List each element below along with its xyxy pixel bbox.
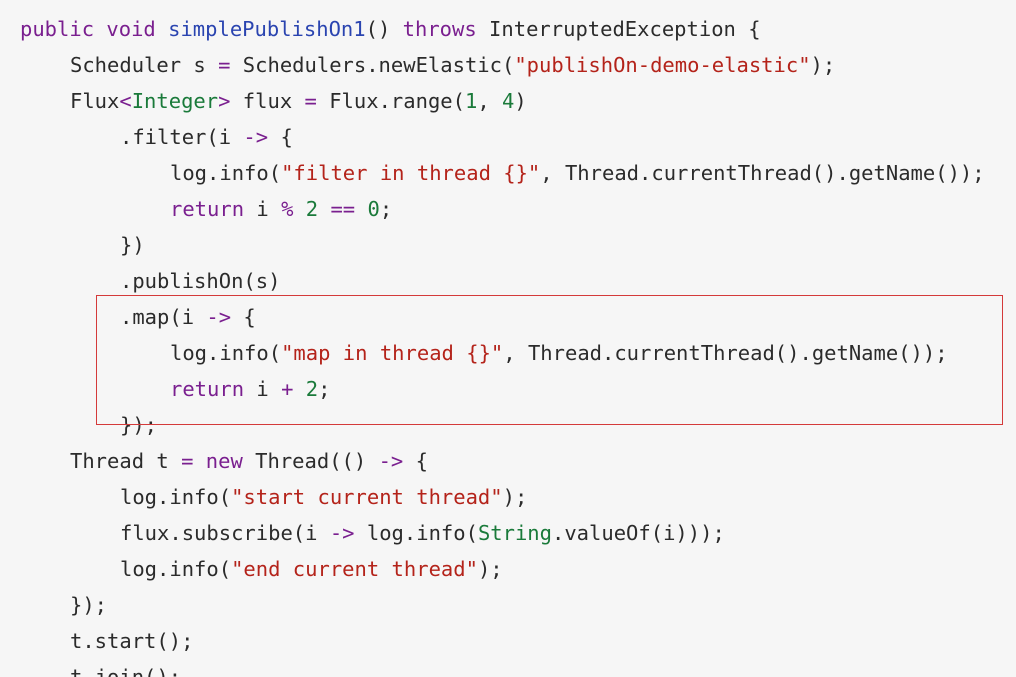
code-token: log.info( <box>120 557 232 581</box>
code-token: () <box>365 17 403 41</box>
code-line: log.info("end current thread"); <box>120 551 503 587</box>
code-token: Flux <box>70 89 120 113</box>
code-line: t.start(); <box>70 623 193 659</box>
code-token: .valueOf(i))); <box>552 521 725 545</box>
code-token: 2 <box>305 377 319 401</box>
code-token: new <box>205 449 243 473</box>
code-line: }); <box>120 407 157 443</box>
code-token: "end current thread" <box>231 557 478 581</box>
code-line: return i % 2 == 0; <box>170 191 392 227</box>
code-token: String <box>477 521 552 545</box>
code-token: void <box>106 17 156 41</box>
code-token: { <box>231 305 256 329</box>
code-token: = <box>304 89 317 113</box>
code-token: Schedulers.newElastic( <box>230 53 515 77</box>
code-token: ); <box>477 557 503 581</box>
code-token: ; <box>318 377 331 401</box>
code-line: public void simplePublishOn1() throws In… <box>20 11 761 47</box>
code-token: 2 <box>305 197 319 221</box>
code-token: > <box>218 89 231 113</box>
code-token: 1 <box>464 89 478 113</box>
code-token: < <box>119 89 132 113</box>
code-token: + <box>281 377 294 401</box>
code-token: , Thread.currentThread().getName()); <box>503 341 948 365</box>
code-line: }); <box>70 587 107 623</box>
code-line: }) <box>120 227 145 263</box>
code-token: = <box>181 449 194 473</box>
code-token: .filter(i <box>120 125 244 149</box>
code-token: = <box>218 53 231 77</box>
code-line: .map(i -> { <box>120 299 256 335</box>
code-token: public <box>20 17 95 41</box>
code-token: flux.subscribe(i <box>120 521 330 545</box>
code-token: ) <box>514 89 527 113</box>
code-token: % <box>281 197 294 221</box>
code-token: , Thread.currentThread().getName()); <box>540 161 985 185</box>
code-token: 0 <box>367 197 380 221</box>
code-token: simplePublishOn1 <box>168 17 366 41</box>
code-token: { <box>268 125 293 149</box>
code-line: .filter(i -> { <box>120 119 293 155</box>
code-token: log.info( <box>170 341 282 365</box>
code-token: "publishOn-demo-elastic" <box>514 53 811 77</box>
code-line: Scheduler s = Schedulers.newElastic("pub… <box>70 47 835 83</box>
code-token: Thread(() <box>242 449 379 473</box>
code-line: return i + 2; <box>170 371 330 407</box>
code-token: }); <box>70 593 108 617</box>
code-token: log.info( <box>170 161 282 185</box>
code-token: i <box>244 377 282 401</box>
code-token: ); <box>502 485 528 509</box>
code-token: "filter in thread {}" <box>281 161 541 185</box>
code-token: "start current thread" <box>231 485 503 509</box>
code-token: { <box>403 449 428 473</box>
code-line: log.info("filter in thread {}", Thread.c… <box>170 155 985 191</box>
code-token: return <box>170 377 245 401</box>
code-line: Flux<Integer> flux = Flux.range(1, 4) <box>70 83 527 119</box>
code-token: Flux.range( <box>316 89 465 113</box>
code-token: -> <box>378 449 404 473</box>
code-token: t.join(); <box>70 665 182 677</box>
code-token: t.start(); <box>70 629 194 653</box>
code-token: log.info( <box>354 521 478 545</box>
code-token: -> <box>329 521 355 545</box>
code-token: -> <box>243 125 269 149</box>
code-line: log.info("start current thread"); <box>120 479 527 515</box>
code-line: t.join(); <box>70 659 181 677</box>
code-token: 4 <box>502 89 515 113</box>
code-token: ; <box>379 197 393 221</box>
code-token: InterruptedException { <box>476 17 761 41</box>
code-token: }) <box>120 233 145 257</box>
code-line: flux.subscribe(i -> log.info(String.valu… <box>120 515 725 551</box>
code-token: "map in thread {}" <box>281 341 504 365</box>
code-token: }); <box>120 413 158 437</box>
code-token: flux <box>230 89 305 113</box>
code-line: Thread t = new Thread(() -> { <box>70 443 428 479</box>
code-token: -> <box>206 305 232 329</box>
code-token: ); <box>810 53 836 77</box>
code-token: Thread t <box>70 449 182 473</box>
code-token: Scheduler s <box>70 53 219 77</box>
code-line: .publishOn(s) <box>120 263 280 299</box>
code-editor: public void simplePublishOn1() throws In… <box>0 0 1016 677</box>
code-token: .map(i <box>120 305 207 329</box>
code-token: .publishOn(s) <box>120 269 281 293</box>
code-token: return <box>170 197 245 221</box>
code-token: log.info( <box>120 485 232 509</box>
code-line: log.info("map in thread {}", Thread.curr… <box>170 335 948 371</box>
code-token: == <box>330 197 356 221</box>
code-token: throws <box>402 17 477 41</box>
code-token: Integer <box>131 89 219 113</box>
code-token: , <box>477 89 503 113</box>
code-token: i <box>244 197 282 221</box>
